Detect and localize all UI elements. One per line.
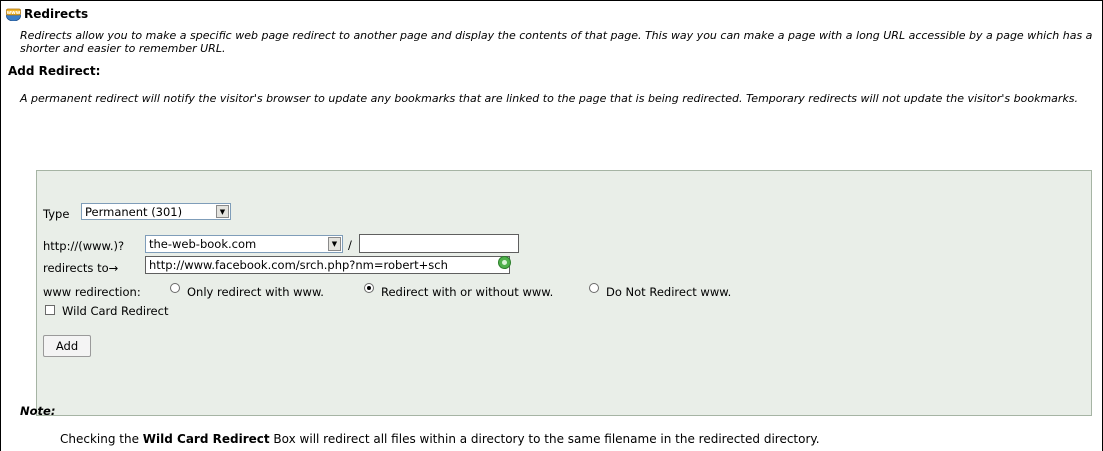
radio-only-with-www[interactable] bbox=[170, 283, 180, 293]
path-input[interactable] bbox=[359, 234, 519, 253]
www-globe-icon: www bbox=[6, 8, 21, 21]
path-separator: / bbox=[348, 238, 352, 252]
cursor-icon bbox=[498, 256, 511, 269]
redirect-type-description: A permanent redirect will notify the vis… bbox=[20, 92, 1079, 105]
page-description: Redirects allow you to make a specific w… bbox=[20, 29, 1093, 55]
www-redirection-label: www redirection: bbox=[43, 285, 141, 299]
page-title: Redirects bbox=[24, 7, 89, 21]
domain-value: the-web-book.com bbox=[149, 237, 257, 251]
note-text: Checking the Wild Card Redirect Box will… bbox=[60, 432, 820, 446]
redirect-url-input[interactable]: http://www.facebook.com/srch.php?nm=robe… bbox=[145, 256, 510, 274]
chevron-down-icon[interactable]: ▼ bbox=[216, 205, 229, 218]
note-text-after: Box will redirect all files within a dir… bbox=[269, 432, 820, 446]
domain-select[interactable]: the-web-book.com ▼ bbox=[145, 235, 343, 253]
radio-with-or-without-www[interactable] bbox=[364, 283, 374, 293]
redirects-to-label: redirects to→ bbox=[43, 261, 119, 275]
redirect-type-value: Permanent (301) bbox=[85, 205, 183, 219]
radio-do-not-redirect-www[interactable] bbox=[589, 283, 599, 293]
add-redirect-heading: Add Redirect: bbox=[8, 64, 101, 78]
chevron-down-icon[interactable]: ▼ bbox=[328, 237, 341, 251]
wildcard-checkbox-label: Wild Card Redirect bbox=[62, 304, 169, 318]
radio-with-or-without-www-label: Redirect with or without www. bbox=[381, 285, 554, 299]
type-label: Type bbox=[43, 207, 70, 221]
note-heading: Note: bbox=[20, 404, 56, 418]
note-text-bold: Wild Card Redirect bbox=[142, 432, 270, 446]
svg-text:www: www bbox=[7, 10, 21, 16]
http-prefix-label: http://(www.)? bbox=[43, 239, 125, 253]
wildcard-checkbox[interactable] bbox=[45, 305, 55, 315]
add-button[interactable]: Add bbox=[43, 335, 91, 357]
radio-do-not-redirect-www-label: Do Not Redirect www. bbox=[606, 285, 732, 299]
note-text-before: Checking the bbox=[60, 432, 143, 446]
redirect-type-select[interactable]: Permanent (301) ▼ bbox=[81, 203, 231, 220]
radio-only-with-www-label: Only redirect with www. bbox=[187, 285, 324, 299]
